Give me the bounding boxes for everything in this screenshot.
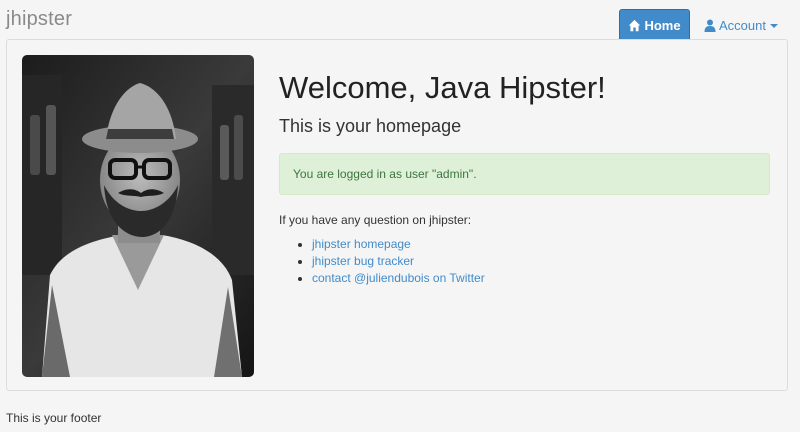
bug-tracker-link[interactable]: jhipster bug tracker (312, 254, 414, 268)
page-subtitle: This is your homepage (279, 116, 462, 136)
help-links-list: jhipster homepage jhipster bug tracker c… (279, 236, 485, 287)
account-menu-label: Account (719, 17, 766, 33)
question-text: If you have any question on jhipster: (279, 213, 472, 227)
caret-down-icon (769, 24, 778, 28)
account-menu[interactable]: Account (704, 16, 778, 34)
navbar-brand[interactable]: jhipster (6, 8, 72, 31)
hipster-photo (22, 55, 254, 377)
page-title: Welcome, Java Hipster! (279, 70, 606, 105)
login-status-alert: You are logged in as user "admin". (279, 153, 770, 195)
list-item: jhipster homepage (312, 236, 485, 253)
user-icon (704, 19, 716, 32)
jhipster-homepage-link[interactable]: jhipster homepage (312, 237, 411, 251)
twitter-contact-link[interactable]: contact @juliendubois on Twitter (312, 271, 485, 285)
page-footer: This is your footer (6, 411, 102, 425)
login-status-text: You are logged in as user "admin". (293, 167, 477, 181)
list-item: contact @juliendubois on Twitter (312, 270, 485, 287)
home-icon (628, 19, 641, 32)
home-button-label: Home (644, 18, 681, 33)
list-item: jhipster bug tracker (312, 253, 485, 270)
home-button[interactable]: Home (619, 9, 690, 42)
